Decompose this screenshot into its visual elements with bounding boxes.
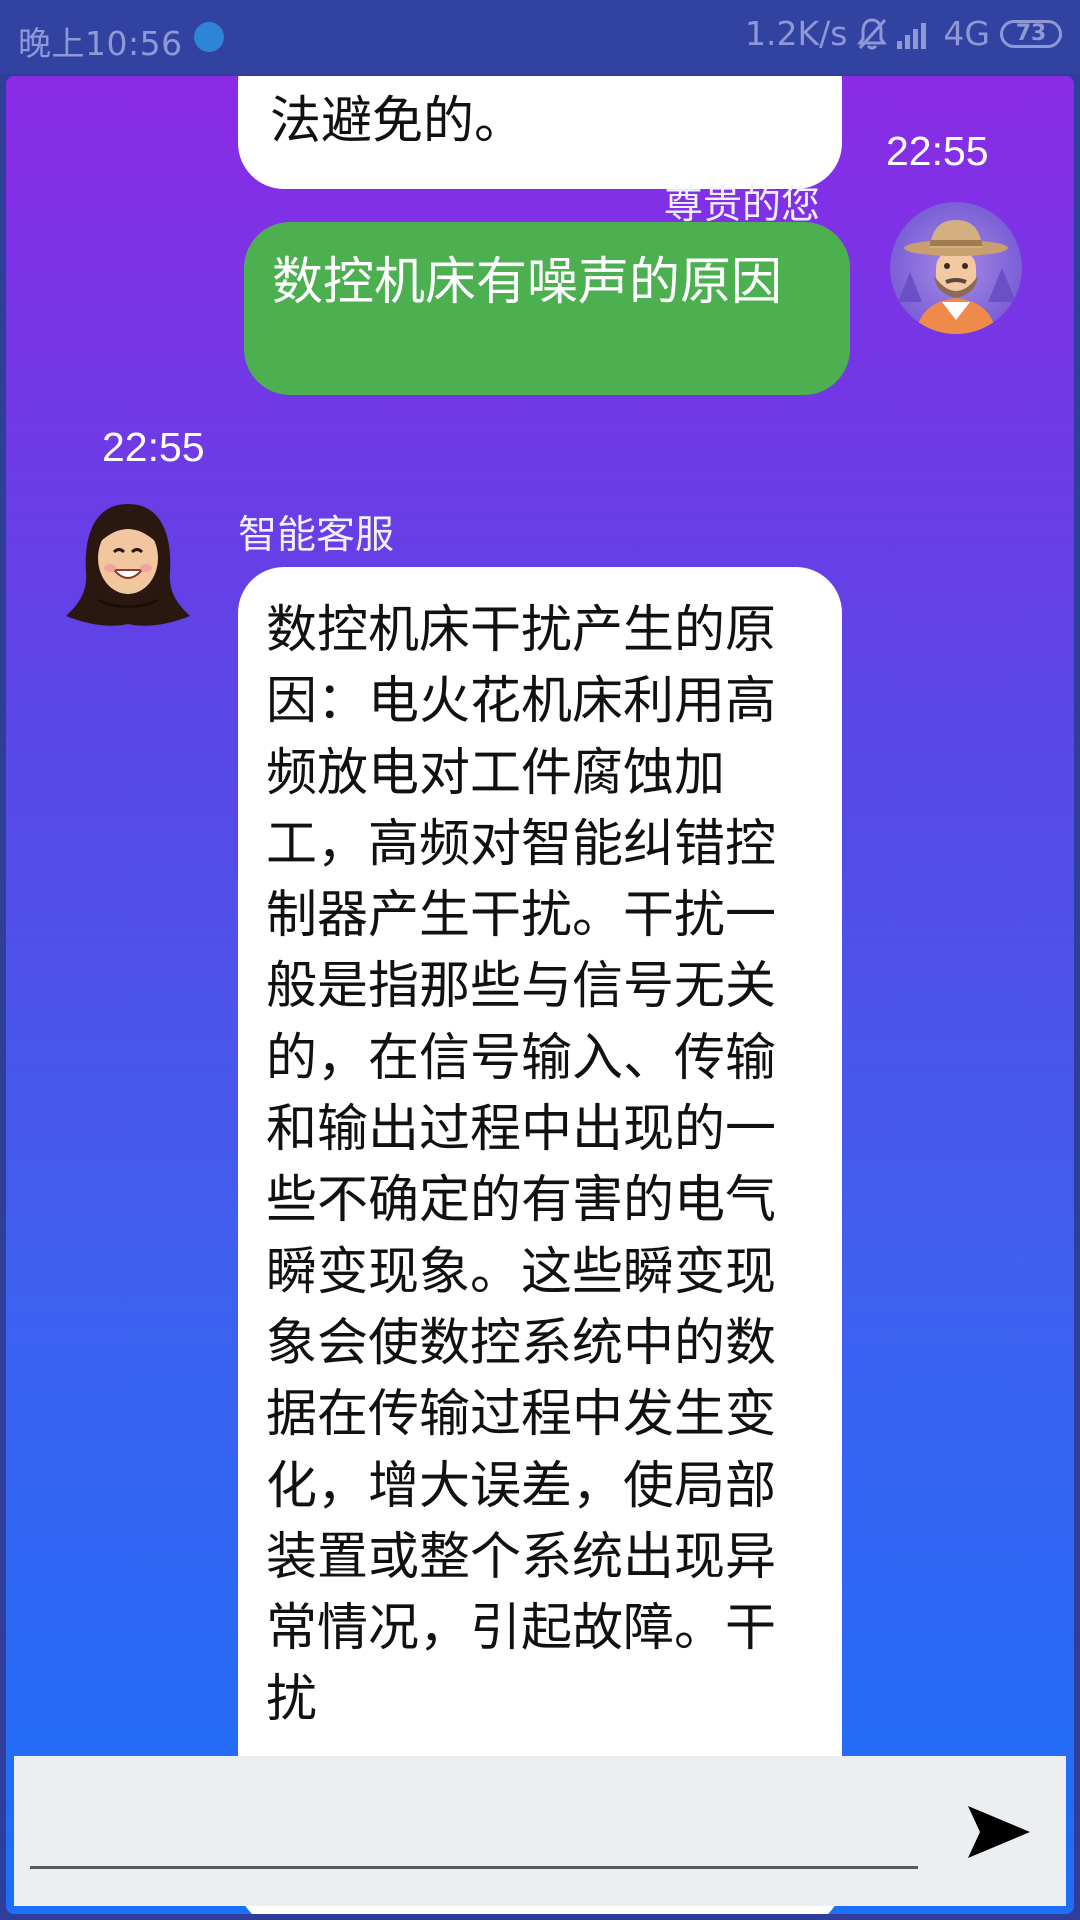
battery-indicator: 73 (1000, 19, 1062, 48)
bot-message-bubble: 数控机床干扰产生的原因：电火花机床利用高频放电对工件腐蚀加工，高频对智能纠错控制… (238, 567, 842, 1914)
status-bar: 晚上10:56 1.2K/s 4G 73 (0, 0, 1080, 74)
network-speed: 1.2K/s (744, 14, 848, 53)
message-input[interactable] (30, 1786, 922, 1864)
message-text: 法避免的。 (270, 92, 526, 151)
user-message-bubble: 数控机床有噪声的原因 (244, 222, 850, 395)
signal-icon (897, 22, 927, 49)
input-underline (30, 1866, 918, 1869)
message-composer (14, 1756, 1066, 1906)
bell-off-icon (857, 17, 888, 49)
message-text: 数控机床有噪声的原因 (272, 253, 783, 312)
bot-message-bubble: 法避免的。 (238, 76, 842, 189)
bot-avatar (62, 496, 194, 628)
message-sender: 智能客服 (238, 513, 395, 558)
status-indicators: 1.2K/s 4G 73 (745, 14, 1062, 53)
status-time: 晚上10:56 (18, 24, 183, 63)
message-timestamp: 22:55 (102, 424, 205, 470)
network-type: 4G (943, 14, 990, 53)
cowboy-avatar-icon (890, 202, 1022, 334)
send-icon (968, 1806, 1030, 1858)
user-avatar (890, 202, 1022, 334)
message-text: 数控机床干扰产生的原因：电火花机床利用高频放电对工件腐蚀加工，高频对智能纠错控制… (266, 601, 777, 1730)
hijab-avatar-icon (66, 504, 190, 626)
send-button[interactable] (958, 1792, 1038, 1872)
message-timestamp: 22:55 (886, 128, 989, 174)
app-notification-icon (194, 22, 224, 52)
chat-area[interactable]: 法避免的。 22:55 尊贵的您 数控机床有噪声的原因 22:55 智能客服 数… (6, 76, 1074, 1914)
